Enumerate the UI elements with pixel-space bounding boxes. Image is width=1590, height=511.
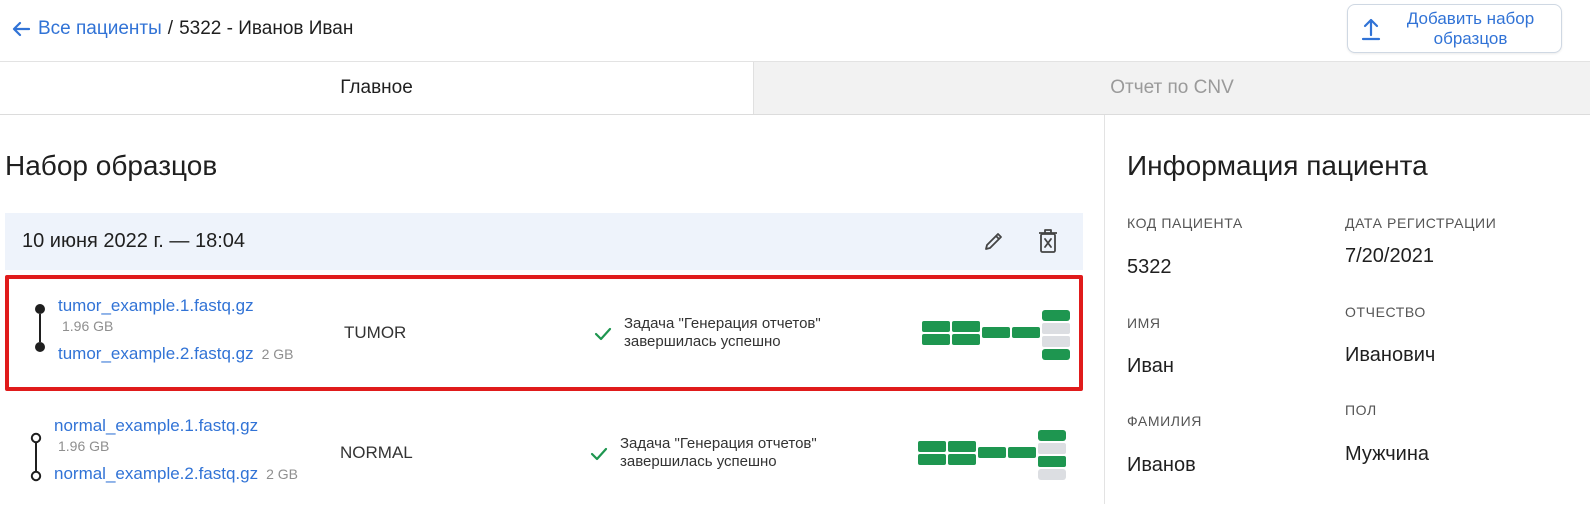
sample-set-panel: Набор образцов 10 июня 2022 г. — 18:04 t…: [0, 115, 1105, 504]
file-size-2: 2 GB: [266, 466, 299, 482]
breadcrumb-separator: /: [167, 18, 174, 39]
patronymic-label: ОТЧЕСТВО: [1345, 304, 1426, 320]
sample-set-date: 10 июня 2022 г. — 18:04: [22, 230, 246, 252]
file-list: normal_example.1.fastq.gz 1.96 GB normal…: [54, 416, 298, 484]
sample-set-header: 10 июня 2022 г. — 18:04: [5, 213, 1083, 270]
status-line-2: завершилась успешно: [624, 333, 781, 350]
file-size-1: 1.96 GB: [62, 318, 114, 334]
tabs-bar: Главное Отчет по CNV: [0, 62, 1590, 115]
patronymic-value: Иванович: [1345, 344, 1436, 366]
file-list: tumor_example.1.fastq.gz 1.96 GB tumor_e…: [58, 296, 294, 364]
file-size-2: 2 GB: [261, 346, 294, 362]
file-link-2[interactable]: normal_example.2.fastq.gz: [54, 464, 258, 484]
paired-reads-connector-icon: [35, 304, 45, 352]
task-status: Задача "Генерация отчетов" завершилась у…: [590, 435, 817, 471]
sample-row-normal[interactable]: normal_example.1.fastq.gz 1.96 GB normal…: [5, 395, 1083, 511]
first-name-label: ИМЯ: [1127, 315, 1161, 331]
arrow-left-icon: [12, 21, 30, 37]
breadcrumb: Все пациенты / 5322 - Иванов Иван: [12, 18, 353, 40]
pipeline-progress-icon: [922, 310, 1070, 360]
task-status: Задача "Генерация отчетов" завершилась у…: [594, 315, 821, 351]
file-link-1[interactable]: normal_example.1.fastq.gz: [54, 416, 298, 436]
add-sample-set-button[interactable]: Добавить набор образцов: [1347, 4, 1562, 53]
last-name-label: ФАМИЛИЯ: [1127, 413, 1202, 429]
back-label: Все пациенты: [38, 18, 162, 39]
first-name-value: Иван: [1127, 355, 1174, 377]
status-line-2: завершилась успешно: [620, 453, 777, 470]
add-sample-set-label: Добавить набор образцов: [1406, 8, 1535, 48]
sex-value: Мужчина: [1345, 443, 1430, 465]
file-size-1: 1.96 GB: [58, 438, 110, 454]
sex-label: ПОЛ: [1345, 402, 1377, 418]
top-bar: Все пациенты / 5322 - Иванов Иван Добави…: [0, 0, 1590, 62]
last-name-value: Иванов: [1127, 454, 1196, 476]
patient-info-panel: Информация пациента КОД ПАЦИЕНТА 5322 ДА…: [1105, 115, 1590, 504]
breadcrumb-current: 5322 - Иванов Иван: [179, 18, 354, 39]
patient-code-value: 5322: [1127, 256, 1172, 278]
tab-cnv-report[interactable]: Отчет по CNV: [754, 62, 1590, 114]
file-link-2[interactable]: tumor_example.2.fastq.gz: [58, 344, 254, 364]
paired-reads-connector-icon: [30, 432, 42, 482]
registration-date-label: ДАТА РЕГИСТРАЦИИ: [1345, 215, 1497, 231]
patient-info-title: Информация пациента: [1127, 150, 1428, 181]
patient-code-label: КОД ПАЦИЕНТА: [1127, 215, 1243, 231]
status-line-1: Задача "Генерация отчетов": [624, 315, 821, 332]
pencil-icon[interactable]: [981, 227, 1007, 255]
check-icon: [590, 447, 608, 461]
sample-set-title: Набор образцов: [5, 150, 218, 181]
status-line-1: Задача "Генерация отчетов": [620, 435, 817, 452]
trash-icon[interactable]: [1035, 227, 1061, 255]
upload-icon: [1348, 17, 1394, 41]
registration-date-value: 7/20/2021: [1345, 245, 1434, 267]
check-icon: [594, 327, 612, 341]
sample-type: TUMOR: [344, 323, 407, 342]
sample-type: NORMAL: [340, 443, 413, 462]
file-link-1[interactable]: tumor_example.1.fastq.gz: [58, 296, 294, 316]
sample-row-tumor[interactable]: tumor_example.1.fastq.gz 1.96 GB tumor_e…: [5, 275, 1083, 391]
back-to-patients-link[interactable]: Все пациенты: [12, 18, 162, 40]
tab-main[interactable]: Главное: [0, 62, 754, 114]
pipeline-progress-icon: [918, 430, 1066, 480]
